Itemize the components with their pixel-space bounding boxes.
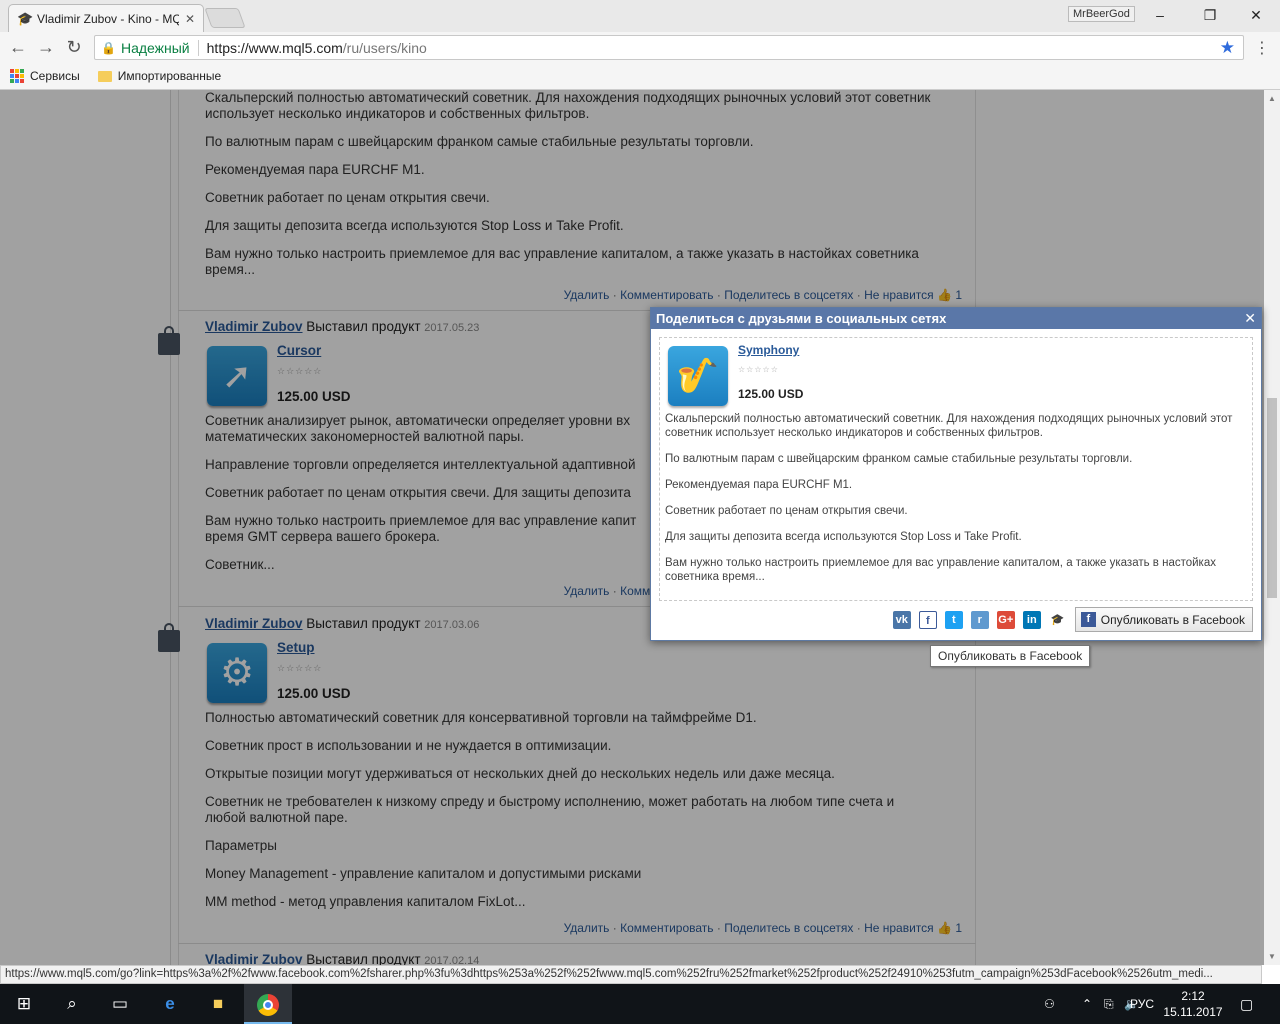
maximize-icon[interactable]: ❐	[1190, 4, 1230, 26]
tab-title: Vladimir Zubov - Kino - MQL5	[37, 11, 179, 26]
file-explorer-icon[interactable]: ■	[194, 984, 242, 1024]
mql5-icon[interactable]: 🎓	[1048, 610, 1067, 629]
new-tab-button[interactable]	[204, 8, 246, 28]
secure-label: Надежный	[120, 39, 190, 56]
paragraph: Для защиты депозита всегда используются …	[665, 531, 1022, 543]
people-icon[interactable]: ⚇	[1044, 984, 1055, 1024]
bookmark-star-icon[interactable]: ★	[1220, 38, 1235, 58]
page-scrollbar[interactable]: ▲ ▼	[1264, 90, 1280, 965]
twitter-icon[interactable]: t	[944, 610, 963, 629]
saxophone-icon: 🎷	[668, 346, 728, 406]
profile-name[interactable]: MrBeerGod	[1068, 6, 1135, 22]
publish-facebook-button[interactable]: f Опубликовать в Facebook	[1074, 607, 1253, 632]
lock-icon: 🔒	[101, 40, 116, 55]
vk-icon[interactable]: vk	[892, 610, 911, 629]
notifications-icon[interactable]: ▢	[1240, 984, 1253, 1024]
dialog-title: Поделиться с друзьями в социальных сетях	[656, 311, 947, 326]
network-icon[interactable]: ⎘	[1104, 984, 1114, 1024]
tab-close-icon[interactable]: ✕	[185, 12, 195, 26]
bookmarks-bar: Сервисы Импортированные	[0, 63, 1280, 90]
back-icon[interactable]: ←	[6, 36, 30, 58]
reload-icon[interactable]: ↻	[62, 36, 86, 58]
browser-menu-icon[interactable]: ⋮	[1254, 38, 1270, 58]
url-host: https://www.mql5.com	[206, 39, 343, 56]
windows-taskbar: ⊞ ⌕ ▭ e ■ ⚇ ⌃ ⎘ 🔈 РУС 2:12 15.11.2017 ▢	[0, 984, 1280, 1024]
rating-stars-icon: ☆☆☆☆☆	[738, 365, 779, 374]
facebook-icon[interactable]: f	[918, 610, 937, 629]
publish-button-label: Опубликовать в Facebook	[1100, 612, 1245, 627]
mql5-favicon-icon: 🎓	[17, 10, 34, 26]
clock-time: 2:12	[1181, 989, 1205, 1003]
minimize-icon[interactable]: –	[1140, 4, 1180, 26]
dialog-description: Скальперский полностью автоматический со…	[665, 412, 1245, 596]
language-indicator[interactable]: РУС	[1130, 984, 1154, 1024]
close-icon[interactable]: ✕	[1244, 308, 1256, 329]
share-buttons: vk f t r G+ in 🎓 f Опубликовать в Facebo…	[892, 607, 1253, 632]
status-url: https://www.mql5.com/go?link=https%3a%2f…	[0, 965, 1262, 984]
address-bar[interactable]: 🔒 Надежный https://www.mql5.com/ru/users…	[94, 35, 1244, 60]
share-dialog: Поделиться с друзьями в социальных сетях…	[650, 307, 1262, 641]
clock[interactable]: 2:12 15.11.2017	[1160, 988, 1226, 1020]
tray-chevron-icon[interactable]: ⌃	[1082, 984, 1092, 1024]
close-window-icon[interactable]: ✕	[1236, 4, 1276, 26]
search-icon[interactable]: ⌕	[48, 984, 96, 1024]
clock-date: 15.11.2017	[1163, 1005, 1223, 1019]
tooltip: Опубликовать в Facebook	[930, 645, 1091, 667]
browser-tab[interactable]: 🎓 Vladimir Zubov - Kino - MQL5 ✕	[8, 4, 204, 32]
forward-icon[interactable]: →	[34, 36, 58, 58]
url-path: /ru/users/kino	[342, 39, 427, 56]
apps-icon[interactable]	[10, 69, 24, 83]
dialog-preview: 🎷 Symphony ☆☆☆☆☆ 125.00 USD Скальперский…	[659, 337, 1253, 601]
paragraph: Вам нужно только настроить приемлемое дл…	[665, 557, 1216, 583]
scroll-down-icon[interactable]: ▼	[1268, 952, 1276, 961]
bookmark-imported[interactable]: Импортированные	[118, 69, 221, 83]
windows-start-icon[interactable]: ⊞	[0, 984, 48, 1024]
scroll-thumb[interactable]	[1267, 398, 1277, 598]
browser-toolbar: ← → ↻ 🔒 Надежный https://www.mql5.com/ru…	[0, 32, 1280, 63]
dialog-header: Поделиться с друзьями в социальных сетях…	[651, 308, 1261, 329]
product-price: 125.00 USD	[738, 387, 804, 401]
folder-icon	[97, 70, 112, 82]
chrome-icon[interactable]	[244, 984, 292, 1024]
paragraph: По валютным парам с швейцарским франком …	[665, 453, 1133, 465]
product-link[interactable]: Symphony	[738, 343, 799, 357]
facebook-logo-icon: f	[1080, 612, 1096, 627]
language-label: РУС	[1130, 997, 1155, 1011]
reddit-icon[interactable]: r	[970, 610, 989, 629]
paragraph: Рекомендуемая пара EURCHF M1.	[665, 479, 853, 491]
paragraph: Советник работает по ценам открытия свеч…	[665, 505, 908, 517]
scroll-up-icon[interactable]: ▲	[1268, 94, 1276, 103]
window-titlebar: 🎓 Vladimir Zubov - Kino - MQL5 ✕ MrBeerG…	[0, 0, 1280, 32]
task-view-icon[interactable]: ▭	[96, 984, 144, 1024]
bookmark-services[interactable]: Сервисы	[30, 69, 80, 83]
edge-icon[interactable]: e	[146, 984, 194, 1024]
linkedin-icon[interactable]: in	[1022, 610, 1041, 629]
google-plus-icon[interactable]: G+	[996, 610, 1015, 629]
paragraph: Скальперский полностью автоматический со…	[665, 413, 1233, 439]
address-divider	[197, 39, 199, 56]
